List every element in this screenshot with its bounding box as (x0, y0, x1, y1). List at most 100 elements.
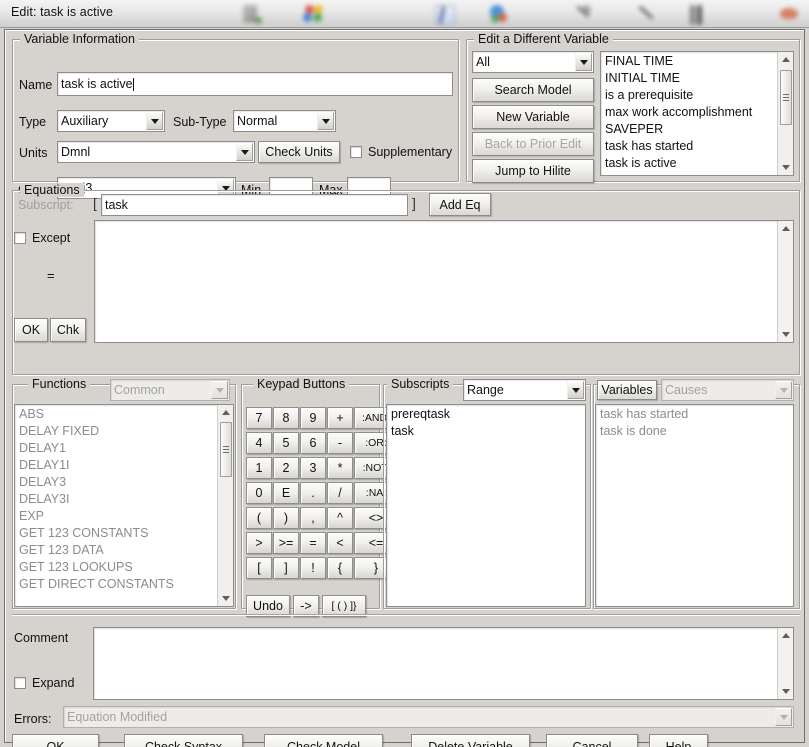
function-item[interactable]: GET 123 DATA (15, 542, 233, 559)
subscript-item[interactable]: task (387, 423, 585, 440)
model-variable-item[interactable]: is a prerequisite (601, 87, 793, 104)
function-item[interactable]: GET DIRECT CONSTANTS (15, 576, 233, 593)
supplementary-checkbox[interactable]: Supplementary (350, 145, 452, 159)
keypad-button-[interactable]: . (300, 482, 326, 504)
functions-listbox[interactable]: ABS DELAY FIXED DELAY1 DELAY1I DELAY3 DELAY3I… (14, 404, 234, 607)
checkbox-box[interactable] (14, 677, 26, 689)
function-item[interactable]: DELAY3I (15, 491, 233, 508)
keypad-button-[interactable]: ) (273, 507, 299, 529)
keypad-button-9[interactable]: 9 (300, 407, 326, 429)
keypad-button-[interactable]: [ (246, 557, 272, 579)
scrollbar-thumb[interactable] (780, 70, 792, 125)
except-checkbox[interactable]: Except (14, 231, 70, 245)
function-item[interactable]: GET 123 CONSTANTS (15, 525, 233, 542)
equation-chk-button[interactable]: Chk (50, 318, 86, 342)
equation-ok-button[interactable]: OK (14, 318, 48, 342)
equation-textarea[interactable] (94, 220, 794, 343)
search-model-button[interactable]: Search Model (472, 78, 594, 102)
model-variable-item[interactable]: FINAL TIME (601, 53, 793, 70)
jump-to-hilite-button[interactable]: Jump to Hilite (472, 159, 594, 183)
keypad-button-[interactable]: ] (273, 557, 299, 579)
scroll-down-icon[interactable] (778, 327, 794, 342)
units-combobox[interactable]: Dmnl (57, 141, 255, 163)
model-variable-item[interactable]: task is active (601, 155, 793, 172)
causes-variable-item[interactable]: task has started (596, 406, 793, 423)
subscripts-mode-combobox[interactable]: Range (463, 379, 586, 401)
checkbox-box[interactable] (350, 146, 362, 158)
checkbox-box[interactable] (14, 232, 26, 244)
help-button[interactable]: Help (649, 734, 708, 747)
keypad-button-[interactable]: ( (246, 507, 272, 529)
keypad-button-[interactable]: < (327, 532, 353, 554)
scroll-down-icon[interactable] (778, 684, 794, 699)
model-variable-item[interactable]: max work accomplishment (601, 104, 793, 121)
function-category-combobox[interactable]: Common (110, 379, 230, 401)
equation-scrollbar[interactable] (777, 221, 793, 342)
errors-combobox[interactable]: Equation Modified (63, 706, 794, 728)
scroll-up-icon[interactable] (778, 628, 794, 643)
chevron-down-icon[interactable] (236, 143, 253, 161)
keypad-button-E[interactable]: E (273, 482, 299, 504)
keypad-button-8[interactable]: 8 (273, 407, 299, 429)
keypad-button-4[interactable]: 4 (246, 432, 272, 454)
keypad-button-1[interactable]: 1 (246, 457, 272, 479)
function-item[interactable]: DELAY1I (15, 457, 233, 474)
comment-scrollbar[interactable] (777, 628, 793, 699)
cancel-button[interactable]: Cancel (546, 734, 638, 747)
type-combobox[interactable]: Auxiliary (57, 110, 165, 132)
subscripts-listbox[interactable]: prereqtask task (386, 404, 586, 607)
keypad-button-3[interactable]: 3 (300, 457, 326, 479)
model-variable-item[interactable]: SAVEPER (601, 121, 793, 138)
scrollbar-thumb[interactable] (220, 422, 232, 477)
chevron-down-icon[interactable] (575, 53, 592, 71)
function-item[interactable]: GET 123 LOOKUPS (15, 559, 233, 576)
variables-mode-combobox[interactable]: Causes (661, 379, 794, 401)
check-syntax-button[interactable]: Check Syntax (124, 734, 243, 747)
delete-variable-button[interactable]: Delete Variable (411, 734, 530, 747)
keypad-button-6[interactable]: 6 (300, 432, 326, 454)
keypad-button-[interactable]: - (327, 432, 353, 454)
chevron-down-icon[interactable] (317, 112, 334, 130)
chevron-down-icon[interactable] (775, 708, 792, 726)
model-variable-item[interactable]: task has started (601, 138, 793, 155)
variable-filter-combobox[interactable]: All (472, 51, 594, 73)
keypad-button-[interactable]: >= (273, 532, 299, 554)
comment-textarea[interactable] (93, 627, 794, 700)
keypad-button-2[interactable]: 2 (273, 457, 299, 479)
keypad-button-[interactable]: { (327, 557, 353, 579)
function-item[interactable]: EXP (15, 508, 233, 525)
subscript-item[interactable]: prereqtask (387, 406, 585, 423)
model-variables-scrollbar[interactable] (777, 52, 793, 175)
scroll-up-icon[interactable] (218, 405, 233, 420)
causes-variable-item[interactable]: task is done (596, 423, 793, 440)
chevron-down-icon[interactable] (211, 381, 228, 399)
ok-button[interactable]: OK (12, 734, 99, 747)
chevron-down-icon[interactable] (146, 112, 163, 130)
model-variable-item[interactable]: INITIAL TIME (601, 70, 793, 87)
chevron-down-icon[interactable] (567, 381, 584, 399)
name-input[interactable]: task is active (57, 72, 453, 96)
function-item[interactable]: DELAY3 (15, 474, 233, 491)
keypad-button-[interactable]: / (327, 482, 353, 504)
keypad-button-7[interactable]: 7 (246, 407, 272, 429)
keypad-button-[interactable]: ! (300, 557, 326, 579)
chevron-down-icon[interactable] (775, 381, 792, 399)
scroll-up-icon[interactable] (778, 221, 794, 236)
functions-scrollbar[interactable] (217, 405, 233, 606)
subscript-input[interactable]: task (101, 194, 408, 216)
scroll-up-icon[interactable] (778, 52, 793, 67)
variables-listbox[interactable]: task has started task is done (595, 404, 794, 607)
model-variables-listbox[interactable]: FINAL TIME INITIAL TIME is a prerequisite m… (600, 51, 794, 176)
keypad-button-[interactable]: = (300, 532, 326, 554)
function-item[interactable]: DELAY1 (15, 440, 233, 457)
new-variable-button[interactable]: New Variable (472, 105, 594, 129)
keypad-button-[interactable]: > (246, 532, 272, 554)
subtype-combobox[interactable]: Normal (233, 110, 336, 132)
function-item[interactable]: ABS (15, 406, 233, 423)
function-item[interactable]: DELAY FIXED (15, 423, 233, 440)
keypad-button-0[interactable]: 0 (246, 482, 272, 504)
keypad-button-5[interactable]: 5 (273, 432, 299, 454)
variables-tab-button[interactable]: Variables (597, 380, 657, 400)
keypad-button-[interactable]: ^ (327, 507, 353, 529)
add-eq-button[interactable]: Add Eq (429, 193, 491, 216)
